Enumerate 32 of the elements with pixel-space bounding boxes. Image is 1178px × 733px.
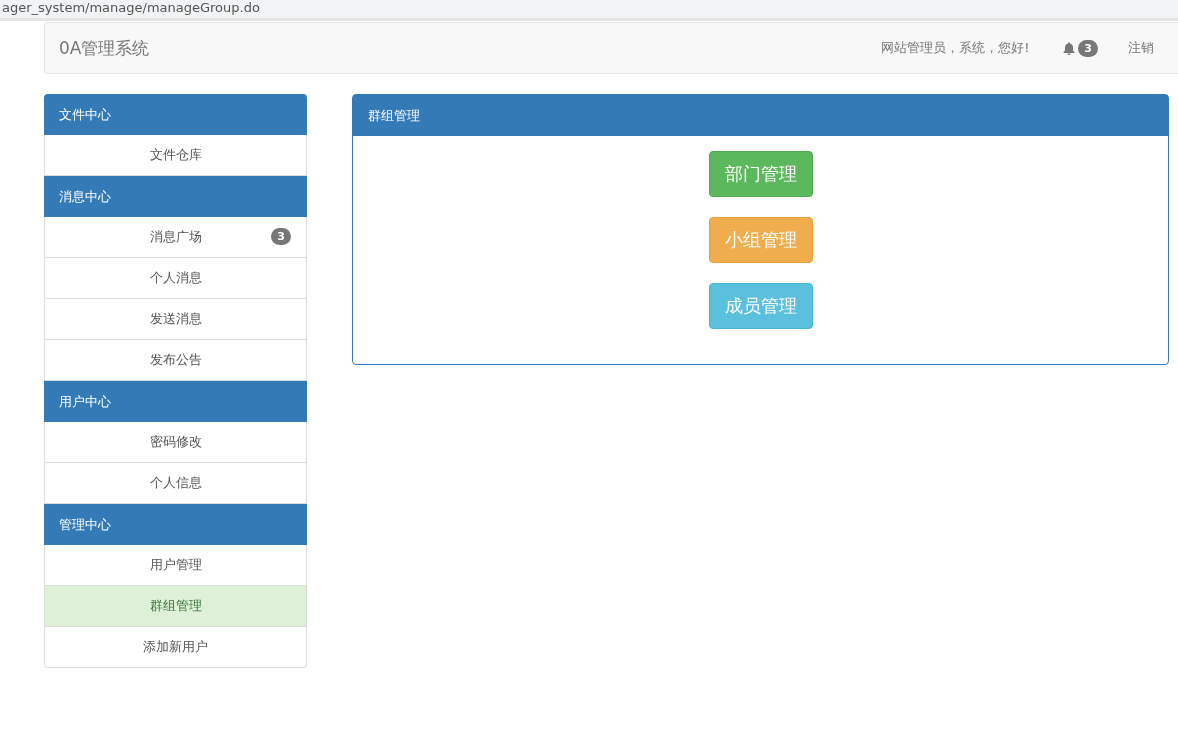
sidebar-item[interactable]: 消息广场 3 xyxy=(44,217,307,258)
sidebar-item-label: 密码修改 xyxy=(149,433,202,451)
sidebar-item[interactable]: 添加新用户 xyxy=(44,627,307,668)
sidebar-item-label: 个人消息 xyxy=(149,269,202,287)
sidebar-item-label: 群组管理 xyxy=(149,597,202,615)
sidebar-item-label: 用户管理 xyxy=(149,556,202,574)
address-bar[interactable]: ager_system/manage/manageGroup.do xyxy=(0,0,1178,21)
bell-icon[interactable] xyxy=(1063,41,1076,55)
sidebar-item[interactable]: 个人消息 xyxy=(44,258,307,299)
greeting-text: 网站管理员，系统，您好! xyxy=(881,39,1030,57)
sidebar-item-label: 发布公告 xyxy=(149,351,202,369)
brand-title[interactable]: 0A管理系统 xyxy=(45,36,150,60)
sidebar-item[interactable]: 发布公告 xyxy=(44,340,307,381)
notification-badge: 3 xyxy=(1078,39,1098,57)
sidebar-item-label: 个人信息 xyxy=(149,474,202,492)
sidebar-item[interactable]: 群组管理 xyxy=(44,586,307,627)
sidebar-group-header: 管理中心 xyxy=(44,504,307,545)
panel-title: 群组管理 xyxy=(353,95,1168,136)
sidebar-item-label: 添加新用户 xyxy=(143,638,208,656)
sidebar-group-header: 文件中心 xyxy=(44,94,307,135)
sidebar-group-header: 用户中心 xyxy=(44,381,307,422)
sidebar-item[interactable]: 个人信息 xyxy=(44,463,307,504)
sidebar-item[interactable]: 发送消息 xyxy=(44,299,307,340)
sidebar-item[interactable]: 密码修改 xyxy=(44,422,307,463)
sidebar-group-header: 消息中心 xyxy=(44,176,307,217)
sidebar-item-label: 消息广场 xyxy=(149,228,202,246)
logout-link[interactable]: 注销 xyxy=(1128,39,1154,57)
sidebar-item[interactable]: 文件仓库 xyxy=(44,135,307,176)
sidebar-item[interactable]: 用户管理 xyxy=(44,545,307,586)
sidebar-item-label: 文件仓库 xyxy=(149,146,202,164)
count-badge: 3 xyxy=(271,228,291,245)
sidebar-item-label: 发送消息 xyxy=(149,310,202,328)
